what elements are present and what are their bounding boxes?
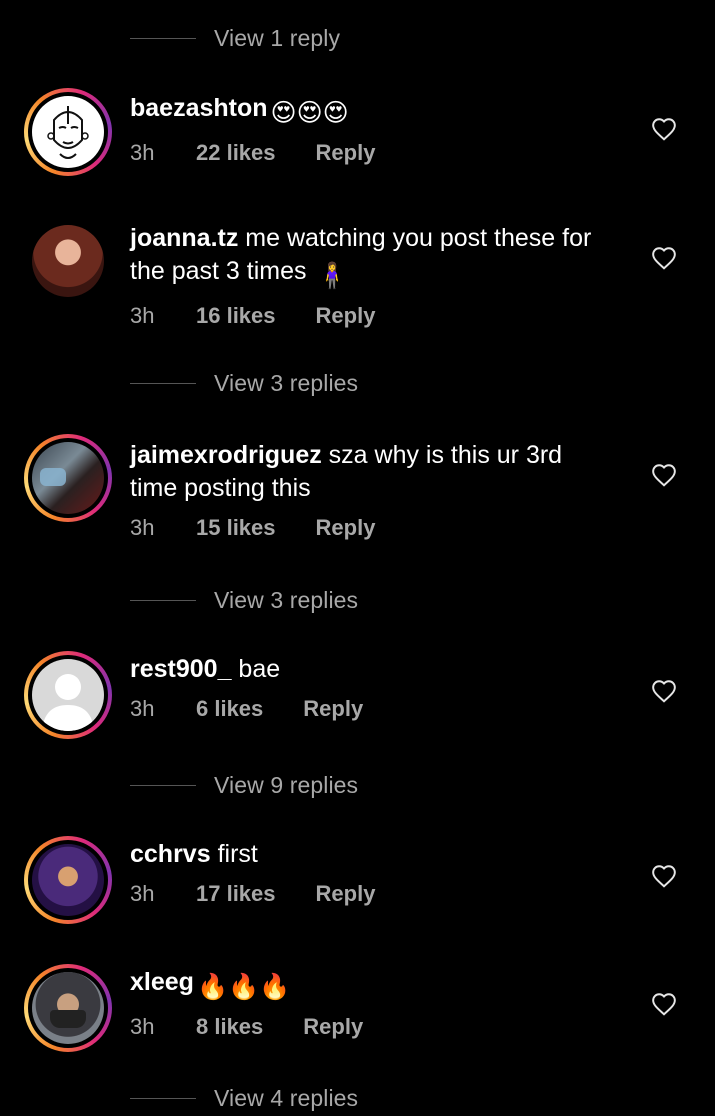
view-replies-label: View 4 replies: [214, 1084, 359, 1111]
avatar[interactable]: [24, 964, 112, 1052]
avatar-image: [32, 96, 104, 168]
person-standing-emoji: 🧍‍♀️: [316, 262, 348, 290]
view-replies-label: View 3 replies: [214, 369, 359, 396]
heart-outline-icon[interactable]: [651, 679, 677, 703]
heart-outline-icon[interactable]: [651, 864, 677, 888]
comment-time: 3h: [130, 881, 155, 906]
comment-username[interactable]: jaimexrodriguez: [130, 441, 322, 469]
avatar[interactable]: [24, 836, 112, 924]
view-replies-button[interactable]: View 4 replies: [130, 1083, 358, 1113]
comment-time: 3h: [130, 1014, 155, 1039]
heart-outline-icon[interactable]: [651, 117, 677, 141]
thread-line: [130, 382, 196, 384]
thread-line: [130, 599, 196, 601]
comment-likes[interactable]: 15 likes: [196, 515, 276, 541]
view-replies-label: View 3 replies: [214, 586, 359, 613]
comment-text: first: [210, 840, 258, 868]
heart-outline-icon[interactable]: [651, 463, 677, 487]
view-replies-button[interactable]: View 1 reply: [130, 23, 340, 53]
avatar[interactable]: [24, 88, 112, 176]
avatar[interactable]: [24, 651, 112, 739]
comment-likes[interactable]: 16 likes: [196, 303, 276, 329]
default-user-icon: [42, 674, 94, 731]
avatar[interactable]: [24, 434, 112, 522]
heart-outline-icon[interactable]: [651, 992, 677, 1016]
reply-button[interactable]: Reply: [316, 303, 376, 329]
avatar-image: [32, 844, 104, 916]
avatar[interactable]: [32, 225, 104, 297]
view-replies-button[interactable]: View 3 replies: [130, 585, 358, 615]
avatar-image: [32, 225, 104, 297]
view-replies-label: View 9 replies: [214, 771, 359, 798]
thread-line: [130, 37, 196, 39]
comment-likes[interactable]: 17 likes: [196, 881, 276, 907]
view-replies-button[interactable]: View 9 replies: [130, 770, 358, 800]
comment-time: 3h: [130, 515, 155, 540]
avatar-image: [32, 659, 104, 731]
comment-likes[interactable]: 8 likes: [196, 1014, 263, 1040]
avatar-image: [32, 972, 104, 1044]
view-replies-button[interactable]: View 3 replies: [130, 368, 358, 398]
comment-time: 3h: [130, 303, 155, 328]
thread-line: [130, 784, 196, 786]
reply-button[interactable]: Reply: [303, 696, 363, 722]
comment-time: 3h: [130, 140, 155, 165]
comment-text: bae: [231, 655, 281, 683]
comment-time: 3h: [130, 696, 155, 721]
reply-button[interactable]: Reply: [316, 515, 376, 541]
thread-line: [130, 1097, 196, 1099]
line-art-face-icon: [47, 106, 89, 159]
reply-button[interactable]: Reply: [316, 140, 376, 166]
heart-eyes-emoji: 😍😍😍: [270, 99, 349, 127]
avatar-image: [32, 442, 104, 514]
comment-username[interactable]: joanna.tz: [130, 224, 238, 252]
view-replies-label: View 1 reply: [214, 24, 341, 51]
comment-username[interactable]: baezashton: [130, 94, 268, 122]
comment-username[interactable]: xleeg: [130, 968, 194, 996]
reply-button[interactable]: Reply: [303, 1014, 363, 1040]
heart-outline-icon[interactable]: [651, 246, 677, 270]
reply-button[interactable]: Reply: [316, 881, 376, 907]
comment-likes[interactable]: 22 likes: [196, 140, 276, 166]
comment-username[interactable]: cchrvs: [130, 840, 211, 868]
comment-username[interactable]: rest900_: [130, 655, 231, 683]
comment-likes[interactable]: 6 likes: [196, 696, 263, 722]
fire-emoji: 🔥🔥🔥: [196, 973, 291, 1001]
